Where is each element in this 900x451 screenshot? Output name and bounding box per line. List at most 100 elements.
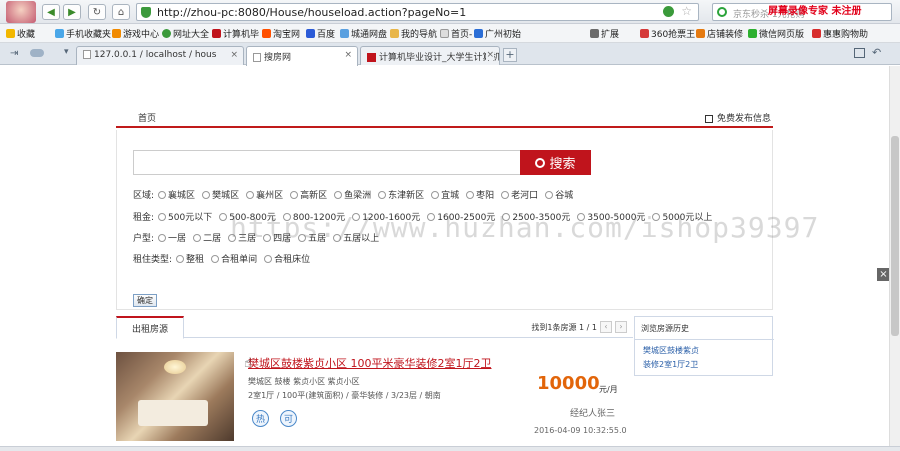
- district-filter-row: 区域: 襄城区 樊城区 襄州区 高新区 鱼梁洲 东津新区 宜城 枣阳 老河口 谷城: [133, 188, 580, 202]
- bookmark-item[interactable]: 计算机毕: [212, 27, 259, 40]
- radio-button[interactable]: [219, 212, 228, 221]
- home-button[interactable]: ⌂: [112, 4, 130, 20]
- listing-title[interactable]: 樊城区鼓楼紫贞小区 100平米豪华装修2室1厅2卫: [248, 355, 492, 371]
- history-link[interactable]: 樊城区鼓楼紫贞: [643, 345, 699, 356]
- star-icon[interactable]: ☆: [681, 4, 692, 18]
- radio-button[interactable]: [193, 233, 202, 242]
- radio-button[interactable]: [158, 233, 167, 242]
- radio-button[interactable]: [246, 190, 255, 199]
- site-watermark: https://www.huzhan.com/ishop39397: [230, 211, 820, 244]
- radio-button[interactable]: [545, 190, 554, 199]
- new-tab-button[interactable]: +: [503, 48, 517, 62]
- option-label: 老河口: [511, 191, 539, 201]
- radio-button[interactable]: [466, 190, 475, 199]
- type-option[interactable]: 合租单间: [211, 252, 257, 265]
- browser-toolbar: ◀ ▶ ↻ ⌂ http://zhou-pc:8080/House/housel…: [0, 0, 900, 24]
- cloud-icon[interactable]: [30, 49, 44, 57]
- bookmark-item[interactable]: 城通网盘: [340, 27, 387, 40]
- type-filter-row: 租住类型: 整租 合租单间 合租床位: [133, 252, 317, 266]
- page-scrollbar[interactable]: [889, 66, 900, 446]
- chevron-down-icon[interactable]: ▾: [64, 47, 69, 57]
- radio-button[interactable]: [158, 212, 167, 221]
- compat-icon[interactable]: [663, 6, 674, 17]
- radio-button[interactable]: [290, 190, 299, 199]
- close-icon[interactable]: ×: [344, 50, 352, 60]
- next-page-button[interactable]: ›: [615, 321, 627, 333]
- forward-button[interactable]: ▶: [63, 4, 81, 20]
- district-option[interactable]: 老河口: [501, 188, 538, 201]
- search-icon: [535, 157, 546, 168]
- rent-label: 租金:: [133, 213, 155, 224]
- radio-button[interactable]: [264, 254, 273, 263]
- prev-page-button[interactable]: ‹: [600, 321, 612, 333]
- district-option[interactable]: 襄州区: [246, 188, 283, 201]
- radio-button[interactable]: [431, 190, 440, 199]
- radio-button[interactable]: [501, 190, 510, 199]
- bookmark-item[interactable]: 收藏: [6, 27, 35, 40]
- tab-graduation[interactable]: 计算机毕业设计_大学生计算机 ×: [360, 46, 500, 65]
- district-option[interactable]: 东津新区: [378, 188, 424, 201]
- bookmark-item[interactable]: 手机收藏夹: [55, 27, 111, 40]
- district-option[interactable]: 高新区: [290, 188, 327, 201]
- bookmark-item[interactable]: 惠惠购物助: [812, 27, 868, 40]
- web-page: 首页 免费发布信息 搜索 区域: 襄城区 樊城区 襄州区 高新区 鱼梁洲 东津新区 宜城 枣阳…: [0, 66, 900, 446]
- bookmark-item[interactable]: 微信网页版: [748, 27, 804, 40]
- bookmark-item[interactable]: 网址大全: [162, 27, 209, 40]
- bed-graphic: [138, 400, 208, 426]
- confirm-button[interactable]: 确定: [133, 294, 157, 307]
- phone-icon: [55, 29, 64, 38]
- type-option[interactable]: 整租: [176, 252, 204, 265]
- recorder-watermark: 屏幕录像专家 未注册: [768, 6, 862, 17]
- tab-soufang[interactable]: 搜房网 ×: [246, 46, 358, 66]
- rent-option[interactable]: 500元以下: [158, 210, 212, 223]
- layout-option[interactable]: 二居: [193, 231, 221, 244]
- bookmark-item[interactable]: 首页-: [440, 27, 472, 40]
- close-icon[interactable]: ×: [230, 50, 238, 60]
- refresh-button[interactable]: ↻: [88, 4, 106, 20]
- history-link[interactable]: 装修2室1厅2卫: [643, 359, 698, 370]
- listing-details: 2室1厅 / 100平(建筑面积) / 豪华装修 / 3/23层 / 朝南: [248, 391, 441, 400]
- option-label: 鱼梁洲: [344, 191, 372, 201]
- search-button[interactable]: 搜索: [520, 150, 591, 175]
- listing-photo[interactable]: [116, 352, 234, 441]
- publish-link[interactable]: 免费发布信息: [704, 111, 771, 124]
- district-option[interactable]: 枣阳: [466, 188, 494, 201]
- type-option[interactable]: 合租床位: [264, 252, 310, 265]
- keyword-input[interactable]: [133, 150, 521, 175]
- district-option[interactable]: 樊城区: [202, 188, 239, 201]
- listing-item[interactable]: 樊城区鼓楼紫贞小区 100平米豪华装修2室1厅2卫 ☝ 樊城区 鼓楼 紫贞小区 …: [116, 352, 633, 446]
- layout-option[interactable]: 一居: [158, 231, 186, 244]
- district-option[interactable]: 鱼梁洲: [334, 188, 371, 201]
- district-option[interactable]: 襄城区: [158, 188, 195, 201]
- radio-button[interactable]: [334, 190, 343, 199]
- radio-button[interactable]: [158, 190, 167, 199]
- undo-icon[interactable]: ↶: [872, 46, 881, 59]
- option-label: 东津新区: [388, 191, 425, 201]
- scrollbar-thumb[interactable]: [891, 136, 899, 336]
- bookmark-item[interactable]: 店铺装修: [696, 27, 743, 40]
- bookmark-item[interactable]: 百度: [306, 27, 335, 40]
- bookmark-item[interactable]: 360抢票王: [640, 27, 695, 40]
- tab-rental-listings[interactable]: 出租房源: [116, 316, 184, 339]
- back-button[interactable]: ◀: [42, 4, 60, 20]
- sidebar-toggle-icon[interactable]: ⇥: [10, 48, 18, 59]
- bookmark-item[interactable]: 扩展: [590, 27, 619, 40]
- radio-button[interactable]: [202, 190, 211, 199]
- nav-home-link[interactable]: 首页: [138, 111, 156, 124]
- district-option[interactable]: 谷城: [545, 188, 573, 201]
- window-icon[interactable]: [854, 48, 865, 58]
- radio-button[interactable]: [211, 254, 220, 263]
- bookmark-item[interactable]: 游戏中心: [112, 27, 159, 40]
- close-icon[interactable]: ×: [486, 50, 494, 60]
- bookmark-item[interactable]: 淘宝网: [262, 27, 300, 40]
- bookmark-item[interactable]: 我的导航: [390, 27, 437, 40]
- bookmark-item[interactable]: 广州初始: [474, 27, 521, 40]
- radio-button[interactable]: [378, 190, 387, 199]
- address-text[interactable]: http://zhou-pc:8080/House/houseload.acti…: [157, 6, 466, 19]
- radio-button[interactable]: [176, 254, 185, 263]
- address-bar[interactable]: http://zhou-pc:8080/House/houseload.acti…: [136, 3, 699, 21]
- tab-localhost[interactable]: 127.0.0.1 / localhost / hous ×: [76, 46, 244, 65]
- district-option[interactable]: 宜城: [431, 188, 459, 201]
- option-label: 襄州区: [256, 191, 284, 201]
- avatar[interactable]: [6, 1, 36, 23]
